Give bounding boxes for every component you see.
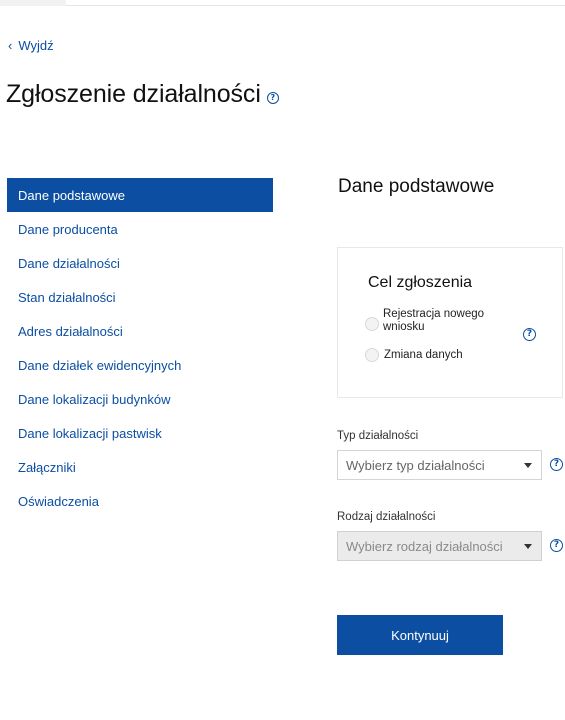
radio-button[interactable]	[365, 317, 379, 331]
activity-kind-placeholder: Wybierz rodzaj działalności	[346, 538, 503, 554]
radio-label: Zmiana danych	[384, 349, 463, 361]
sidebar-nav: Dane podstawowe Dane producenta Dane dzi…	[7, 178, 273, 518]
sidebar-item-dane-podstawowe[interactable]: Dane podstawowe	[7, 178, 273, 212]
top-strip	[0, 0, 565, 6]
caret-down-icon	[524, 544, 532, 549]
help-icon[interactable]: ?	[523, 328, 536, 341]
caret-down-icon	[524, 463, 532, 468]
sidebar-item-dane-dzialek[interactable]: Dane działek ewidencyjnych	[7, 348, 273, 382]
activity-type-select[interactable]: Wybierz typ działalności	[337, 450, 542, 480]
activity-kind-label: Rodzaj działalności	[337, 511, 436, 523]
radio-change-data[interactable]: Zmiana danych	[365, 348, 463, 362]
sidebar-item-dane-dzialalnosci[interactable]: Dane działalności	[7, 246, 273, 280]
continue-button[interactable]: Kontynuuj	[337, 615, 503, 655]
top-divider	[66, 5, 565, 6]
sidebar-item-zalaczniki[interactable]: Załączniki	[7, 450, 273, 484]
activity-type-placeholder: Wybierz typ działalności	[346, 457, 485, 473]
radio-label-line2: wniosku	[383, 321, 425, 333]
help-icon[interactable]: ?	[550, 539, 563, 552]
activity-type-label: Typ działalności	[337, 430, 419, 442]
sidebar-item-oswiadczenia[interactable]: Oświadczenia	[7, 484, 273, 518]
radio-button[interactable]	[365, 348, 379, 362]
sidebar-item-lokalizacja-budynkow[interactable]: Dane lokalizacji budynków	[7, 382, 273, 416]
help-icon[interactable]: ?	[550, 458, 563, 471]
purpose-title: Cel zgłoszenia	[368, 274, 473, 291]
purpose-card: Cel zgłoszenia Rejestracja nowego wniosk…	[337, 247, 563, 398]
back-link[interactable]: ‹ Wyjdź	[8, 38, 54, 53]
sidebar-item-dane-producenta[interactable]: Dane producenta	[7, 212, 273, 246]
activity-kind-select[interactable]: Wybierz rodzaj działalności	[337, 531, 542, 561]
back-link-label: Wyjdź	[18, 38, 54, 53]
sidebar-item-adres-dzialalnosci[interactable]: Adres działalności	[7, 314, 273, 348]
page-title-text: Zgłoszenie działalności	[6, 80, 261, 108]
sidebar-item-lokalizacja-pastwisk[interactable]: Dane lokalizacji pastwisk	[7, 416, 273, 450]
section-title: Dane podstawowe	[338, 176, 495, 197]
radio-label-line1: Rejestracja nowego	[383, 308, 485, 320]
sidebar-item-stan-dzialalnosci[interactable]: Stan działalności	[7, 280, 273, 314]
chevron-left-icon: ‹	[8, 38, 13, 53]
help-icon[interactable]: ?	[266, 91, 279, 104]
radio-new-application[interactable]: Rejestracja nowego wniosku	[365, 308, 484, 334]
top-tab-edge	[0, 0, 66, 6]
page-title: Zgłoszenie działalności ?	[6, 80, 279, 109]
radio-label: Rejestracja nowego wniosku	[383, 308, 484, 334]
